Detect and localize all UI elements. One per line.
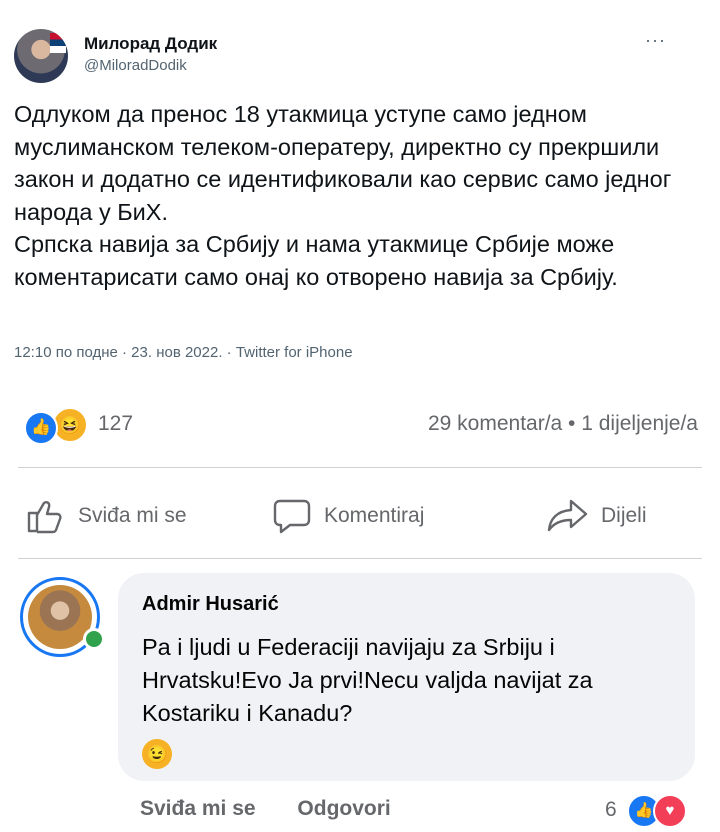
- more-options-icon[interactable]: ···: [645, 30, 666, 51]
- love-icon: ♥: [653, 794, 687, 828]
- comment-text: Pa i ljudi u Federaciji navijaju za Srbi…: [142, 634, 593, 726]
- tweet-paragraph-1: Одлуком да пренос 18 утакмица уступе сам…: [14, 101, 672, 225]
- share-button[interactable]: Dijeli: [545, 488, 647, 544]
- like-icon: 👍: [24, 411, 58, 445]
- tweet-text: Одлуком да пренос 18 утакмица уступе сам…: [14, 98, 704, 293]
- share-arrow-icon: [547, 499, 588, 532]
- tweet-author-avatar[interactable]: [14, 29, 68, 83]
- share-button-label: Dijeli: [601, 504, 647, 527]
- online-status-dot: [83, 628, 105, 650]
- post-actions-bar: Sviđa mi se Komentiraj Dijeli: [0, 488, 720, 544]
- comment-actions: Sviđa mi se Odgovori: [140, 797, 427, 821]
- embedded-tweet: Милорад Додик @MiloradDodik ··· Одлуком …: [0, 0, 714, 390]
- post-reactions-summary: 😆 👍 127 29 komentar/a • 1 dijeljenje/a: [0, 402, 720, 448]
- thumbs-up-icon: [27, 501, 62, 534]
- comment-bubble: Admir Husarić Pa i ljudi u Federaciji na…: [118, 573, 695, 781]
- like-button[interactable]: Sviđa mi se: [26, 488, 187, 544]
- divider: [18, 558, 702, 559]
- divider: [18, 467, 702, 468]
- comment-button[interactable]: Komentiraj: [272, 488, 424, 544]
- like-button-label: Sviđa mi se: [78, 504, 187, 527]
- flag-badge: [50, 33, 66, 53]
- wink-emoji-icon: 😉: [142, 739, 172, 769]
- comment-like-button[interactable]: Sviđa mi se: [140, 797, 256, 820]
- tweet-author-handle[interactable]: @MiloradDodik: [84, 57, 187, 74]
- comment-reply-button[interactable]: Odgovori: [297, 797, 390, 820]
- reaction-icons[interactable]: 😆 👍: [24, 405, 94, 445]
- tweet-author-name[interactable]: Милорад Додик: [84, 34, 217, 54]
- comment-author[interactable]: Admir Husarić: [142, 593, 279, 616]
- comment-reaction-count: 6: [605, 798, 617, 821]
- tweet-paragraph-2: Српска навија за Србију и нама утакмице …: [14, 231, 618, 290]
- reaction-count[interactable]: 127: [98, 412, 133, 436]
- comment-button-label: Komentiraj: [324, 504, 425, 527]
- comment-share-stats[interactable]: 29 komentar/a • 1 dijeljenje/a: [428, 412, 698, 436]
- comment-reactions[interactable]: 6 👍 ♥: [605, 794, 701, 828]
- comment-bubble-icon: [273, 499, 311, 534]
- tweet-timestamp[interactable]: 12:10 по подне · 23. нов 2022. · Twitter…: [14, 344, 353, 361]
